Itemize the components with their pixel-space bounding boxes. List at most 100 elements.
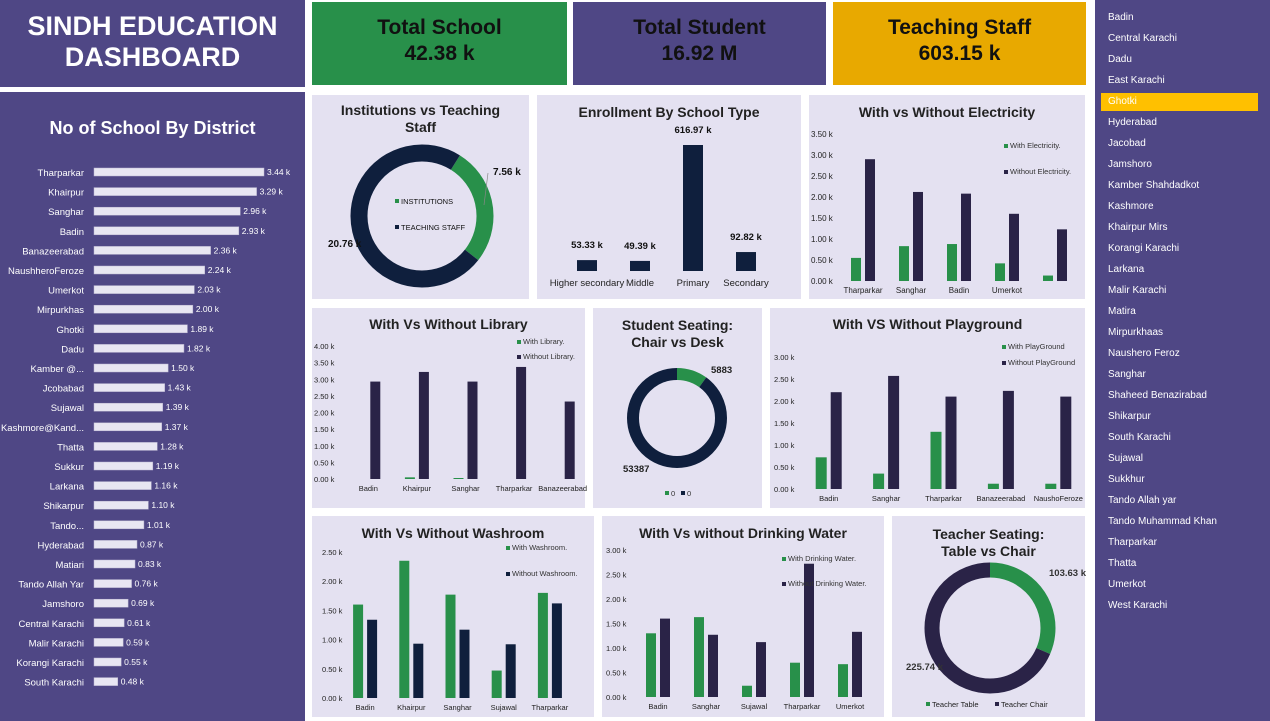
category-label: Primary <box>677 278 710 289</box>
series-bar <box>995 263 1005 281</box>
slicer-item[interactable]: Dadu <box>1101 51 1258 69</box>
institutions-vs-staff-panel: Institutions vs Teaching Staff INSTITUTIO… <box>311 94 530 300</box>
axis-tick-label: 1.00 k <box>606 644 627 653</box>
enrollment-bar <box>683 145 703 271</box>
slicer-item[interactable]: Ghotki <box>1101 93 1258 111</box>
washroom-chart: 2.50 k 2.00 k 1.50 k 1.00 k 0.50 k 0.00 k Badi… <box>322 543 578 712</box>
district-bar <box>93 363 169 373</box>
legend-swatch <box>1002 345 1006 349</box>
district-bar <box>93 167 265 177</box>
district-value: 1.50 k <box>171 363 195 373</box>
kpi-value: 603.15 k <box>918 42 1001 65</box>
district-value: 2.00 k <box>196 304 220 314</box>
axis-tick-label: 1.50 k <box>811 214 834 223</box>
slicer-item[interactable]: Naushero Feroz <box>1101 345 1258 363</box>
slicer-item[interactable]: East Karachi <box>1101 72 1258 90</box>
category-label: Khairpur <box>397 703 426 712</box>
dashboard-title: SINDH EDUCATION DASHBOARD <box>0 0 305 87</box>
district-bar <box>93 422 162 432</box>
legend-label: INSTITUTIONS <box>401 197 453 206</box>
legend-label: 0 <box>671 489 675 498</box>
slicer-item[interactable]: Khairpur Mirs <box>1101 219 1258 237</box>
series-bar <box>1043 275 1053 281</box>
series-bar <box>445 594 456 698</box>
student-seating-donut: 5883 53387 0 0 <box>623 365 732 498</box>
axis-tick-label: 0.50 k <box>322 665 343 674</box>
slicer-item[interactable]: Sukkhur <box>1101 471 1258 489</box>
district-bar <box>93 461 154 471</box>
washroom-panel: With Vs Without Washroom 2.50 k 2.00 k 1.5… <box>311 515 595 718</box>
district-label: Umerkot <box>48 286 84 297</box>
slicer-item[interactable]: Shaheed Benazirabad <box>1101 387 1258 405</box>
slicer-item[interactable]: Thatta <box>1101 555 1258 573</box>
district-label: Kashmore@Kand... <box>1 423 84 434</box>
district-value: 1.10 k <box>151 500 175 510</box>
category-label: Sanghar <box>896 286 927 295</box>
legend-swatch <box>506 572 510 576</box>
axis-tick-label: 0.50 k <box>774 463 795 472</box>
category-label: Sanghar <box>872 494 901 503</box>
playground-panel: With VS Without Playground 3.00 k 2.50 k2… <box>769 307 1086 509</box>
district-bar <box>93 677 118 686</box>
district-label: Central Karachi <box>19 619 84 630</box>
kpi-label: Total School <box>377 16 502 39</box>
slicer-item[interactable]: Umerkot <box>1101 576 1258 594</box>
series-bar <box>551 603 562 698</box>
data-label: 20.76 k <box>328 239 362 250</box>
slicer-item[interactable]: Jamshoro <box>1101 156 1258 174</box>
slicer-item[interactable]: Sujawal <box>1101 450 1258 468</box>
district-value: 1.82 k <box>187 343 211 353</box>
category-label: Badin <box>819 494 838 503</box>
district-bar <box>93 579 132 588</box>
district-label: Tando Allah Yar <box>18 580 84 591</box>
axis-tick-label: 0.00 k <box>774 485 795 494</box>
slicer-item[interactable]: Tando Allah yar <box>1101 492 1258 510</box>
slicer-item[interactable]: Hyderabad <box>1101 114 1258 132</box>
slicer-item[interactable]: Kashmore <box>1101 198 1258 216</box>
slicer-item[interactable]: Central Karachi <box>1101 30 1258 48</box>
district-label: Ghotki <box>57 325 84 336</box>
slicer-item[interactable]: Badin <box>1101 9 1258 27</box>
slicer-item[interactable]: Larkana <box>1101 261 1258 279</box>
district-bar <box>93 246 211 255</box>
slicer-item[interactable]: West Karachi <box>1101 597 1258 615</box>
district-bar <box>93 402 163 412</box>
data-label: 53387 <box>623 464 649 475</box>
bar-value-label: 616.97 k <box>675 125 713 136</box>
category-label: Badin <box>949 286 969 295</box>
legend-swatch <box>517 355 521 359</box>
bar-value-label: 53.33 k <box>571 240 603 251</box>
slicer-item[interactable]: Tando Muhammad Khan <box>1101 513 1258 531</box>
kpi-label: Total Student <box>633 16 766 39</box>
axis-tick-label: 0.50 k <box>314 458 335 467</box>
slicer-item[interactable]: South Karachi <box>1101 429 1258 447</box>
district-label: Shikarpur <box>43 501 84 512</box>
slicer-item[interactable]: Mirpurkhaas <box>1101 324 1258 342</box>
series-bar <box>467 381 478 479</box>
slicer-item[interactable]: Tharparkar <box>1101 534 1258 552</box>
legend-swatch <box>681 491 685 495</box>
axis-tick-label: 1.50 k <box>774 419 795 428</box>
district-label: Badin <box>60 227 84 238</box>
district-bar <box>93 344 185 353</box>
district-value: 3.29 k <box>260 187 284 197</box>
legend-swatch <box>782 557 786 561</box>
slicer-item[interactable]: Shikarpur <box>1101 408 1258 426</box>
slicer-item[interactable]: Jacobad <box>1101 135 1258 153</box>
slicer-item[interactable]: Korangi Karachi <box>1101 240 1258 258</box>
district-bar <box>93 442 158 451</box>
legend-label: With Washroom. <box>512 543 567 552</box>
legend-swatch <box>395 199 399 203</box>
schools-by-district-chart: No of School By District Tharparkar 3.44 … <box>0 92 305 721</box>
slicer-item[interactable]: Kamber Shahdadkot <box>1101 177 1258 195</box>
axis-tick-label: 3.00 k <box>606 546 627 555</box>
legend-label: With Drinking Water. <box>788 554 856 563</box>
library-chart: 4.00 k 3.50 k 3.00 k 2.50 k 2.00 k 1.50 k 1.00… <box>314 337 587 493</box>
slicer-item[interactable]: Sanghar <box>1101 366 1258 384</box>
axis-tick-label: 2.50 k <box>314 392 335 401</box>
slicer-item[interactable]: Malir Karachi <box>1101 282 1258 300</box>
series-bar <box>888 375 900 489</box>
slicer-item[interactable]: Matira <box>1101 303 1258 321</box>
axis-tick-label: 2.50 k <box>322 548 343 557</box>
district-value: 1.19 k <box>156 461 180 471</box>
